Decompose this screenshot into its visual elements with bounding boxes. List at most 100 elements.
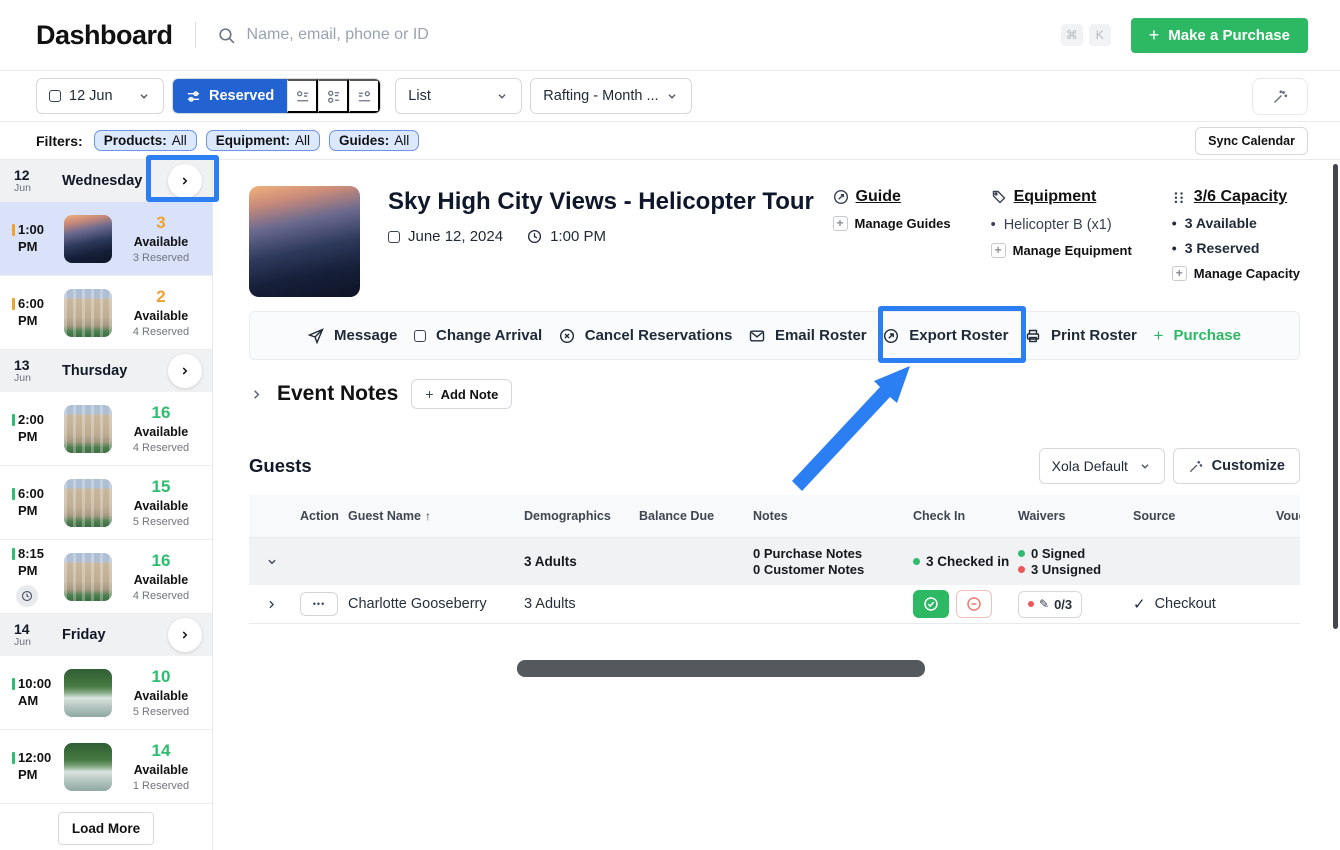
calendar-icon xyxy=(388,231,400,243)
col-guest-name[interactable]: Guest Name↑ xyxy=(348,509,524,523)
event-title: Sky High City Views - Helicopter Tour xyxy=(388,188,814,216)
expand-day-button[interactable] xyxy=(168,618,202,652)
row-actions-button[interactable]: ••• xyxy=(300,592,338,616)
event-notes-section: Event Notes + Add Note xyxy=(249,379,512,409)
equipment-assignment-toggle[interactable] xyxy=(318,79,349,113)
table-header-row: Action Guest Name↑ Demographics Balance … xyxy=(249,495,1300,538)
sidebar-event-815pm[interactable]: 8:15 PM 16 Available 4 Reserved xyxy=(0,540,212,614)
capacity-link[interactable]: 3/6 Capacity xyxy=(1172,188,1300,206)
add-note-button[interactable]: + Add Note xyxy=(411,379,512,409)
guest-name[interactable]: Charlotte Gooseberry xyxy=(348,596,524,612)
calendar-icon xyxy=(414,330,426,342)
waiver-status-pill[interactable]: ✎ 0/3 xyxy=(1018,591,1082,618)
expand-day-button[interactable] xyxy=(168,164,202,198)
cancel-reservations-button[interactable]: Cancel Reservations xyxy=(553,326,739,345)
horizontal-scrollbar[interactable] xyxy=(517,660,925,677)
event-action-bar: Message Change Arrival Cancel Reservatio… xyxy=(249,311,1300,360)
change-arrival-button[interactable]: Change Arrival xyxy=(408,326,548,345)
reserved-filter-button[interactable]: Reserved xyxy=(173,79,287,113)
plus-icon: + xyxy=(1154,326,1164,346)
search-input[interactable] xyxy=(245,25,705,45)
envelope-icon xyxy=(749,328,765,344)
export-roster-button[interactable]: Export Roster xyxy=(877,326,1014,345)
export-circle-arrow-icon xyxy=(883,328,899,344)
circle-x-icon xyxy=(559,328,575,344)
col-source: Source xyxy=(1133,509,1276,523)
layout-select[interactable]: List xyxy=(395,78,522,114)
manage-capacity-link[interactable]: + Manage Capacity xyxy=(1172,266,1300,281)
sidebar-event-10am[interactable]: 10:00 AM 10 Available 5 Reserved xyxy=(0,656,212,730)
no-show-button[interactable] xyxy=(956,590,992,618)
chevron-right-icon[interactable] xyxy=(265,598,278,611)
capacity-assignment-toggle[interactable] xyxy=(349,79,380,113)
guide-link[interactable]: Guide xyxy=(833,188,951,206)
email-roster-button[interactable]: Email Roster xyxy=(743,326,873,345)
filters-label: Filters: xyxy=(36,133,83,149)
expand-day-button[interactable] xyxy=(168,354,202,388)
guides-filter-pill[interactable]: Guides: All xyxy=(329,130,419,151)
event-image xyxy=(249,186,360,297)
global-search xyxy=(218,25,1061,45)
event-thumbnail xyxy=(64,215,112,263)
wand-icon xyxy=(1272,89,1288,105)
plus-icon: + xyxy=(1149,26,1160,44)
summary-checked-in: 3 Checked in xyxy=(913,554,1018,569)
guide-assignment-toggle[interactable] xyxy=(287,79,318,113)
manage-equipment-link[interactable]: + Manage Equipment xyxy=(991,243,1132,258)
minus-circle-icon xyxy=(966,596,982,612)
event-thumbnail xyxy=(64,553,112,601)
date-picker-button[interactable]: 12 Jun xyxy=(36,78,164,114)
summary-waivers: 0 Signed 3 Unsigned xyxy=(1018,546,1133,578)
sidebar-event-6pm[interactable]: 6:00 PM 2 Available 4 Reserved xyxy=(0,276,212,350)
calendar-icon xyxy=(49,90,61,102)
app-root: Dashboard ⌘ K + Make a Purchase 12 Jun xyxy=(0,0,1340,850)
load-more-button[interactable]: Load More xyxy=(58,812,154,845)
chevron-right-icon xyxy=(178,628,192,642)
capacity-available: • 3 Available xyxy=(1172,215,1300,231)
event-thumbnail xyxy=(64,479,112,527)
customize-button[interactable]: Customize xyxy=(1173,448,1300,484)
cmd-key-badge: ⌘ xyxy=(1061,24,1083,46)
event-thumbnail xyxy=(64,743,112,791)
equipment-filter-pill[interactable]: Equipment: All xyxy=(206,130,320,151)
green-dot-icon xyxy=(1018,550,1025,557)
purchase-button[interactable]: + Purchase xyxy=(1148,325,1247,347)
event-date: June 12, 2024 xyxy=(408,228,503,245)
bullet: • xyxy=(1172,240,1177,256)
sidebar-event-6pm-thu[interactable]: 6:00 PM 15 Available 5 Reserved xyxy=(0,466,212,540)
print-roster-button[interactable]: Print Roster xyxy=(1019,326,1143,345)
col-action: Action xyxy=(300,509,348,523)
summary-demographics: 3 Adults xyxy=(524,554,639,569)
equipment-tag-icon xyxy=(991,189,1007,205)
chevron-down-icon[interactable] xyxy=(265,555,279,569)
products-filter-pill[interactable]: Products: All xyxy=(94,130,197,151)
reschedule-clock-icon xyxy=(16,585,38,607)
col-check-in: Check In xyxy=(913,509,1018,523)
printer-icon xyxy=(1025,328,1041,344)
chevron-right-icon xyxy=(178,174,192,188)
sync-calendar-button[interactable]: Sync Calendar xyxy=(1195,127,1308,155)
red-dot-icon xyxy=(1028,601,1034,607)
event-meta: June 12, 2024 1:00 PM xyxy=(388,228,814,245)
check-in-button[interactable] xyxy=(913,590,949,618)
message-button[interactable]: Message xyxy=(302,326,403,345)
summary-notes: 0 Purchase Notes 0 Customer Notes xyxy=(753,546,913,578)
sidebar-event-12pm[interactable]: 12:00 PM 14 Available 1 Reserved xyxy=(0,730,212,804)
manage-guides-link[interactable]: + Manage Guides xyxy=(833,216,951,231)
equipment-item: • Helicopter B (x1) xyxy=(991,217,1132,233)
roster-view-select[interactable]: Xola Default xyxy=(1039,448,1165,484)
magic-wand-button[interactable] xyxy=(1252,78,1308,115)
product-select[interactable]: Rafting - Month ... xyxy=(530,78,692,114)
make-a-purchase-button[interactable]: + Make a Purchase xyxy=(1131,18,1308,53)
sidebar-event-1pm[interactable]: 1:00 PM 3 Available 3 Reserved xyxy=(0,202,212,276)
sliders-icon xyxy=(186,89,201,104)
event-detail-panel: Sky High City Views - Helicopter Tour Ju… xyxy=(213,160,1340,850)
event-thumbnail xyxy=(64,405,112,453)
chevron-right-icon[interactable] xyxy=(249,387,264,402)
vertical-scrollbar[interactable] xyxy=(1333,164,1338,629)
green-dot-icon xyxy=(913,558,920,565)
day-date: 14 Jun xyxy=(14,622,48,648)
day-header-wednesday: 12 Jun Wednesday xyxy=(0,160,212,202)
sidebar-event-2pm[interactable]: 2:00 PM 16 Available 4 Reserved xyxy=(0,392,212,466)
equipment-link[interactable]: Equipment xyxy=(991,188,1132,206)
